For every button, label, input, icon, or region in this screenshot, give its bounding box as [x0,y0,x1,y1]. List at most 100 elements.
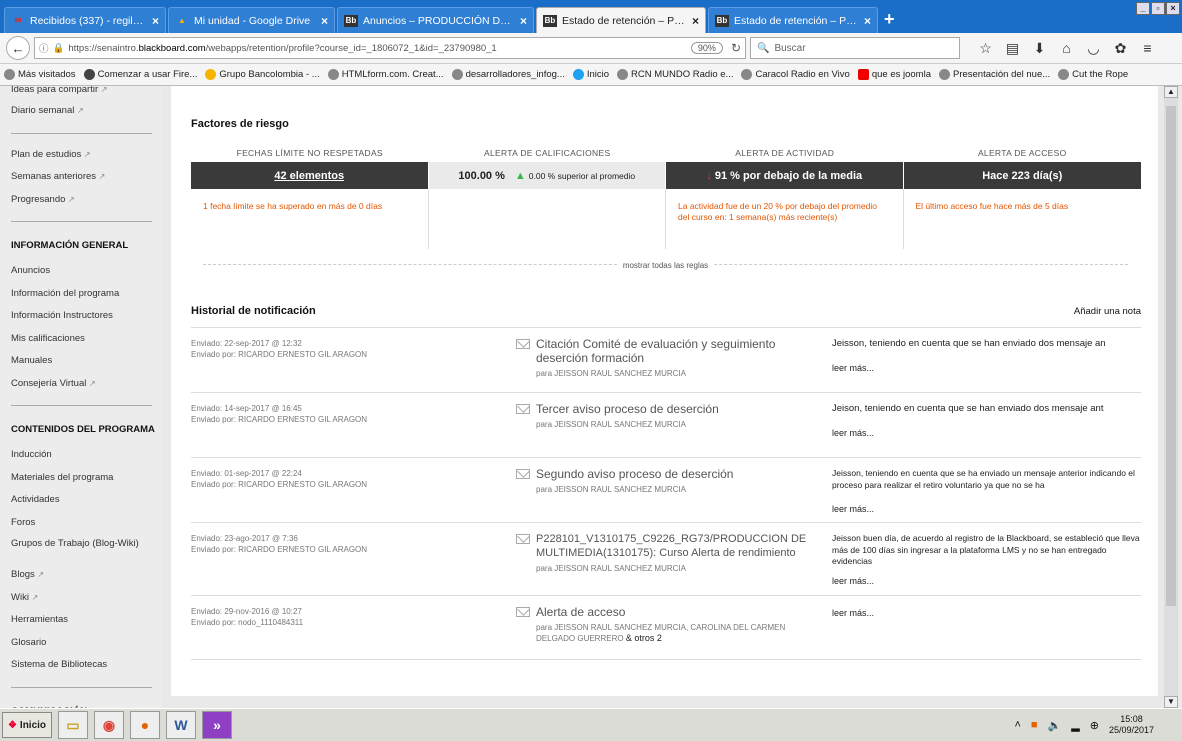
sidebar-item[interactable]: Foros [0,512,163,535]
read-more-link[interactable]: leer más... [832,428,874,438]
home-icon[interactable]: ⌂ [1053,40,1080,57]
network-icon[interactable]: ▂ [1071,719,1079,732]
bookmark-star-icon[interactable]: ☆ [972,40,999,57]
windows-logo-icon: ❖ [7,719,17,731]
search-input[interactable]: 🔍 Buscar [750,37,960,59]
minimize-icon[interactable]: _ [1136,2,1150,15]
bookmark-item[interactable]: desarrolladores_infog... [451,69,565,80]
download-icon[interactable]: ⬇ [1026,40,1053,57]
page-scrollbar[interactable]: ▲ ▼ [1164,86,1178,708]
bookmark-item[interactable]: Comenzar a usar Fire... [83,69,197,80]
sidebar-item-anuncios[interactable]: Anuncios [0,260,163,283]
recipients: para JEISSON RAUL SANCHEZ MURCIA [536,420,686,429]
info-icon[interactable]: ⓘ [39,41,49,55]
close-tab-icon[interactable]: × [321,14,328,28]
globe-icon [327,69,339,80]
sidebar-item[interactable]: Consejería Virtual ↗ [0,373,163,396]
maximize-icon[interactable]: ▫ [1151,2,1165,15]
recipients: para JEISSON RAUL SANCHEZ MURCIA, CAROLI… [536,623,786,643]
close-tab-icon[interactable]: × [864,14,871,28]
search-placeholder: Buscar [774,42,806,54]
scroll-down-icon[interactable]: ▼ [1164,696,1178,708]
close-window-icon[interactable]: × [1166,2,1180,15]
read-more-link[interactable]: leer más... [832,608,874,618]
start-button[interactable]: ❖ Inicio [2,712,52,738]
sidebar-item[interactable]: Plan de estudios ↗ [0,144,163,167]
deadlines-link[interactable]: 42 elementos [274,170,344,182]
sidebar-item[interactable]: Progresando ↗ [0,189,163,212]
bookmark-item[interactable]: RCN MUNDO Radio e... [617,69,733,80]
tab-estado-retencion[interactable]: Bb Estado de retención – PRODUCC × [708,7,878,33]
sidebar-item[interactable]: Wiki ↗ [0,587,163,610]
bookmark-item[interactable]: Grupo Bancolombia - ... [205,69,320,80]
others-link[interactable]: & otros 2 [626,633,662,643]
sidebar-divider [11,132,152,134]
close-tab-icon[interactable]: × [520,14,527,28]
close-tab-icon[interactable]: × [152,14,159,28]
risk-descriptions: 1 fecha límite se ha superado en más de … [191,189,1141,249]
back-arrow-icon: ← [11,40,25,56]
read-more-link[interactable]: leer más... [832,363,874,373]
scroll-thumb[interactable] [1166,106,1176,606]
read-more-link[interactable]: leer más... [832,576,874,586]
grades-cell: 100.00 % ▲ 0.00 % superior al promedio [428,162,666,189]
sidebar-item[interactable]: Blogs ↗ [0,564,163,587]
close-tab-icon[interactable]: × [692,14,699,28]
tab-drive[interactable]: ▲ Mi unidad - Google Drive × [168,7,335,33]
sidebar-item[interactable]: Glosario [0,632,163,655]
sidebar-item[interactable]: Ideas para compartir ↗ [0,86,163,100]
sidebar-item[interactable]: Inducción [0,444,163,467]
sidebar-item[interactable]: Mis calificaciones [0,328,163,351]
pocket-icon[interactable]: ◡ [1080,40,1107,57]
notification-body: Jeisson buen día, de acuerdo al registro… [832,533,1140,566]
new-tab-button[interactable]: + [884,7,895,33]
tab-anuncios[interactable]: Bb Anuncios – PRODUCCIÓN DE MU × [337,7,534,33]
notification-row: Enviado: 01-sep-2017 @ 22:24 Enviado por… [191,457,1141,521]
sidebar-item[interactable]: Diario semanal ↗ [0,100,163,123]
add-note-button[interactable]: Añadir una nota [1074,306,1141,317]
sidebar-item[interactable]: Grupos de Trabajo (Blog-Wiki) [0,534,163,564]
course-menu: Ideas para compartir ↗ Diario semanal ↗ … [0,86,163,708]
sidebar-item[interactable]: Materiales del programa [0,467,163,490]
address-bar[interactable]: ⓘ 🔒 https://senaintro.blackboard.com/web… [34,37,746,59]
volume-icon[interactable]: 🔈 [1048,719,1062,732]
chrome-icon[interactable]: ◉ [94,711,124,739]
bookmark-item[interactable]: HTMLform.com. Creat... [327,69,444,80]
sidebar-item[interactable]: Sistema de Bibliotecas [0,654,163,677]
sent-date: Enviado: 23-ago-2017 @ 7:36 [191,534,298,543]
sidebar-item[interactable]: Actividades [0,489,163,512]
clock[interactable]: 15:08 25/09/2017 [1109,714,1154,736]
sidebar-item[interactable]: Manuales [0,350,163,373]
extension-icon[interactable]: ✿ [1107,40,1134,57]
tray-app-icon[interactable]: ■ [1031,719,1038,731]
firefox-icon[interactable]: ● [130,711,160,739]
bookmark-item[interactable]: que es joomla [857,69,931,80]
file-explorer-icon[interactable]: ▭ [58,711,88,739]
word-icon[interactable]: W [166,711,196,739]
tab-estado-retencion-active[interactable]: Bb Estado de retención – PRODUCC × [536,7,706,33]
activity-cell: ↓ 91 % por debajo de la media [666,162,904,189]
sidebar-item[interactable]: Información Instructores [0,305,163,328]
menu-icon[interactable]: ≡ [1134,40,1161,57]
bookmark-item[interactable]: Inicio [572,69,609,80]
show-all-rules-link[interactable]: mostrar todas las reglas [616,261,715,270]
tab-gmail[interactable]: ✉ Recibidos (337) - regila@misena × [4,7,166,33]
sidebar-item[interactable]: Herramientas [0,609,163,632]
visual-studio-icon[interactable]: » [202,711,232,739]
reload-icon[interactable]: ↻ [731,41,741,55]
back-button[interactable]: ← [6,36,30,60]
notification-meta: Enviado: 22-sep-2017 @ 12:32 Enviado por… [191,338,521,360]
update-icon[interactable]: ⊕ [1090,719,1099,732]
reading-list-icon[interactable]: ▤ [999,40,1026,57]
scroll-up-icon[interactable]: ▲ [1164,86,1178,98]
tray-expand-icon[interactable]: ˄ [1014,719,1020,731]
sidebar-item[interactable]: Semanas anteriores ↗ [0,166,163,189]
notification-subject: Alerta de acceso para JEISSON RAUL SANCH… [516,605,826,644]
bookmark-item[interactable]: Caracol Radio en Vivo [741,69,850,80]
bookmark-item[interactable]: Cut the Rope [1058,69,1128,80]
read-more-link[interactable]: leer más... [832,504,874,514]
bookmark-item[interactable]: Más visitados [4,69,76,80]
zoom-indicator[interactable]: 90% [690,42,723,54]
sidebar-item[interactable]: Información del programa [0,283,163,306]
bookmark-item[interactable]: Presentación del nue... [938,69,1050,80]
